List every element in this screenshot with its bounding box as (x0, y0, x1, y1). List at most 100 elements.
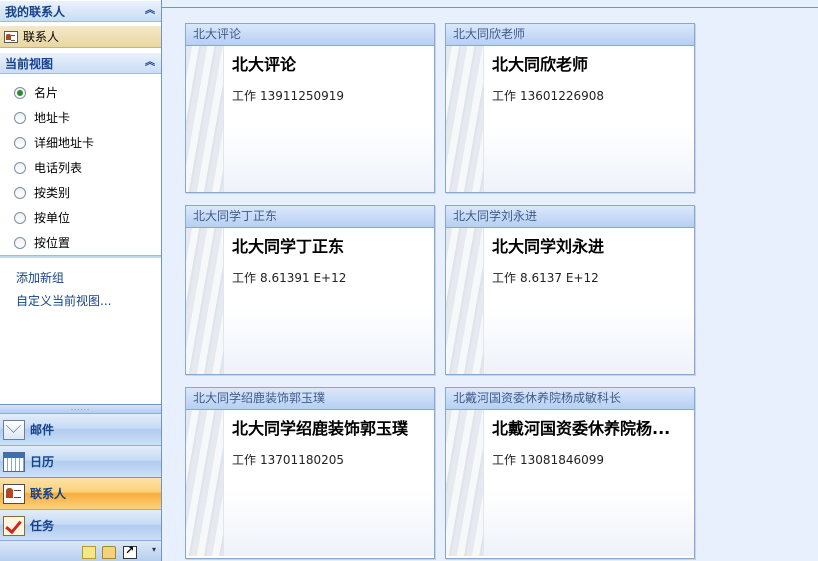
view-option-label: 名片 (34, 86, 59, 100)
task-checkmark-icon (3, 515, 25, 536)
collapse-up-icon[interactable]: ︽ (145, 5, 155, 17)
contact-card-icon (4, 30, 18, 43)
card-title-bar[interactable]: 北大同欣老师 (446, 24, 694, 46)
view-option-detailed-address-cards[interactable]: 详细地址卡 (0, 130, 161, 155)
business-card-view: 北大评论 北大评论 工作 13911250919 北大同欣老师 北大同欣老师 工作… (162, 0, 818, 561)
view-option-label: 按类别 (34, 186, 71, 200)
card-title-bar[interactable]: 北戴河国资委休养院杨成敏科长 (446, 388, 694, 410)
view-option-by-company[interactable]: 按单位 (0, 205, 161, 230)
card-contact-name: 北戴河国资委休养院杨... (492, 419, 671, 438)
card-phone-label: 工作 (492, 453, 517, 467)
card-phone-label: 工作 (492, 271, 517, 285)
notes-icon[interactable] (82, 546, 96, 559)
tasks-nav-button[interactable]: 任务 (0, 509, 161, 541)
view-option-business-cards[interactable]: 名片 (0, 80, 161, 105)
card-phone-label: 工作 (232, 89, 257, 103)
view-options-list: 名片 地址卡 详细地址卡 电话列表 按类别 按单位 按位置 (0, 76, 161, 255)
radio-button[interactable] (14, 186, 26, 199)
contact-card-icon (3, 483, 25, 504)
card-phone-number: 8.61391 E+12 (260, 271, 347, 285)
my-contacts-header-label: 我的联系人 (5, 4, 66, 19)
business-card[interactable]: 北戴河国资委休养院杨成敏科长 北戴河国资委休养院杨... 工作 130818460… (445, 387, 695, 559)
card-title-bar[interactable]: 北大同学绍鹿装饰郭玉璞 (186, 388, 434, 410)
card-phone: 工作 8.6137 E+12 (492, 269, 603, 286)
card-image-placeholder (186, 410, 224, 556)
card-body: 北大同欣老师 工作 13601226908 (446, 46, 694, 192)
customize-view-link[interactable]: 自定义当前视图... (16, 292, 111, 309)
shortcuts-icon[interactable] (123, 544, 137, 559)
radio-button[interactable] (14, 111, 26, 124)
view-option-by-category[interactable]: 按类别 (0, 180, 161, 205)
card-body: 北大评论 工作 13911250919 (186, 46, 434, 192)
radio-button-selected[interactable] (14, 86, 26, 99)
card-phone: 工作 13911250919 (232, 87, 348, 104)
card-body: 北大同学刘永进 工作 8.6137 E+12 (446, 228, 694, 374)
card-phone-label: 工作 (232, 271, 257, 285)
card-phone: 工作 13701180205 (232, 451, 348, 468)
contacts-nav-button[interactable]: 联系人 (0, 477, 161, 509)
card-contact-name: 北大同欣老师 (492, 55, 589, 74)
view-option-by-location[interactable]: 按位置 (0, 230, 161, 255)
card-phone-number: 13081846099 (520, 453, 604, 467)
radio-button[interactable] (14, 211, 26, 224)
card-body: 北大同学丁正东 工作 8.61391 E+12 (186, 228, 434, 374)
business-card[interactable]: 北大同欣老师 北大同欣老师 工作 13601226908 (445, 23, 695, 193)
calendar-icon (3, 451, 25, 472)
business-card[interactable]: 北大同学刘永进 北大同学刘永进 工作 8.6137 E+12 (445, 205, 695, 375)
view-option-address-cards[interactable]: 地址卡 (0, 105, 161, 130)
card-image-placeholder (186, 228, 224, 374)
navigation-pane: 我的联系人 ︽ 联系人 当前视图 ︽ 名片 地址卡 详细地址卡 电话列表 按类别 (0, 0, 162, 561)
card-phone: 工作 8.61391 E+12 (232, 269, 350, 286)
configure-buttons-dropdown-icon[interactable]: ▾ (152, 545, 156, 554)
current-view-header[interactable]: 当前视图 ︽ (0, 52, 161, 74)
mail-nav-label: 邮件 (30, 423, 55, 437)
card-contact-name: 北大评论 (232, 55, 297, 74)
view-option-label: 按单位 (34, 211, 71, 225)
card-contact-name: 北大同学刘永进 (492, 237, 605, 256)
add-new-group-link[interactable]: 添加新组 (16, 269, 64, 286)
view-option-label: 地址卡 (34, 111, 71, 125)
view-option-phone-list[interactable]: 电话列表 (0, 155, 161, 180)
view-header-line (162, 0, 818, 8)
mail-envelope-icon (3, 419, 25, 440)
folder-list-icon[interactable] (102, 546, 116, 559)
section-divider (0, 255, 161, 258)
card-phone-number: 13701180205 (260, 453, 344, 467)
card-contact-name: 北大同学绍鹿装饰郭玉璞 (232, 419, 409, 438)
card-title-bar[interactable]: 北大评论 (186, 24, 434, 46)
collapse-up-icon[interactable]: ︽ (145, 57, 155, 69)
mail-nav-button[interactable]: 邮件 (0, 413, 161, 445)
view-option-label: 按位置 (34, 236, 71, 250)
radio-button[interactable] (14, 136, 26, 149)
card-body: 北戴河国资委休养院杨... 工作 13081846099 (446, 410, 694, 556)
card-phone-label: 工作 (232, 453, 257, 467)
calendar-nav-label: 日历 (30, 455, 55, 469)
card-phone: 工作 13081846099 (492, 451, 608, 468)
pane-splitter-handle[interactable]: ...... (0, 404, 161, 413)
card-image-placeholder (446, 46, 484, 192)
card-phone-number: 13601226908 (520, 89, 604, 103)
business-card[interactable]: 北大评论 北大评论 工作 13911250919 (185, 23, 435, 193)
card-image-placeholder (186, 46, 224, 192)
card-phone: 工作 13601226908 (492, 87, 608, 104)
calendar-nav-button[interactable]: 日历 (0, 445, 161, 477)
business-card[interactable]: 北大同学丁正东 北大同学丁正东 工作 8.61391 E+12 (185, 205, 435, 375)
nav-shortcut-strip: ▾ (0, 540, 161, 561)
contacts-folder-item[interactable]: 联系人 (0, 26, 161, 48)
view-option-label: 详细地址卡 (34, 136, 95, 150)
card-body: 北大同学绍鹿装饰郭玉璞 工作 13701180205 (186, 410, 434, 556)
radio-button[interactable] (14, 236, 26, 249)
card-image-placeholder (446, 410, 484, 556)
card-title-bar[interactable]: 北大同学刘永进 (446, 206, 694, 228)
business-card[interactable]: 北大同学绍鹿装饰郭玉璞 北大同学绍鹿装饰郭玉璞 工作 13701180205 (185, 387, 435, 559)
card-image-placeholder (446, 228, 484, 374)
card-contact-name: 北大同学丁正东 (232, 237, 345, 256)
card-phone-number: 13911250919 (260, 89, 344, 103)
card-phone-label: 工作 (492, 89, 517, 103)
contacts-folder-label: 联系人 (23, 30, 60, 44)
view-option-label: 电话列表 (34, 161, 83, 175)
radio-button[interactable] (14, 161, 26, 174)
my-contacts-header[interactable]: 我的联系人 ︽ (0, 0, 161, 22)
card-title-bar[interactable]: 北大同学丁正东 (186, 206, 434, 228)
current-view-header-label: 当前视图 (5, 56, 54, 71)
